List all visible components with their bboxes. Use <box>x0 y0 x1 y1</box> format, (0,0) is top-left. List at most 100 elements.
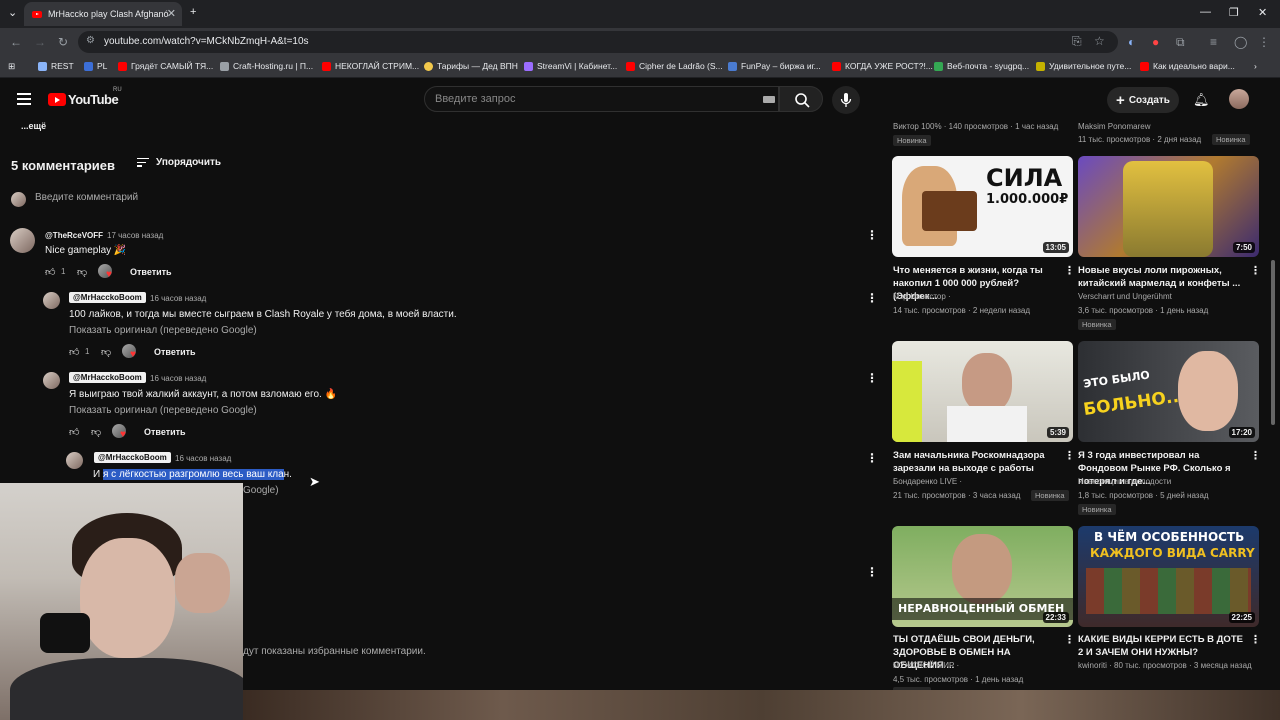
voice-search-button[interactable] <box>832 86 860 114</box>
search-input[interactable]: Введите запрос <box>424 86 779 112</box>
video-menu-icon[interactable]: ⋮ <box>1250 633 1261 646</box>
reply-button[interactable]: Ответить <box>154 347 196 357</box>
show-original-link[interactable]: Google) <box>243 485 279 496</box>
video-thumbnail[interactable]: ЭТО БЫЛО БОЛЬНО... 17:20 <box>1078 341 1259 442</box>
video-channel[interactable]: kwinoriti · 80 тыс. просмотров · 3 месяц… <box>1078 661 1252 670</box>
more-bookmarks-icon[interactable]: › <box>1254 61 1257 71</box>
comment-menu-icon[interactable]: ⋮ <box>866 371 878 385</box>
video-channel[interactable]: МУЖСКОЙ МИР · <box>893 661 959 670</box>
reply-button[interactable]: Ответить <box>130 267 172 277</box>
comment-author[interactable]: @MrHacckoBoom <box>94 452 171 463</box>
notifications-bell-icon[interactable]: 🔔︎ <box>1193 92 1210 108</box>
video-title[interactable]: Зам начальника Роскомнадзора зарезали на… <box>893 449 1063 475</box>
like-button[interactable]: 👍︎ <box>45 266 55 278</box>
search-button[interactable] <box>779 86 823 112</box>
media-icon[interactable]: ≡ <box>1210 35 1217 49</box>
show-original-link[interactable]: Показать оригинал (переведено Google) <box>69 325 257 336</box>
avatar[interactable] <box>66 452 83 469</box>
comment-author[interactable]: @MrHacckoBoom <box>69 292 146 303</box>
video-thumbnail[interactable]: 7:50 <box>1078 156 1259 257</box>
close-tab-icon[interactable]: ✕ <box>167 7 176 20</box>
sort-button[interactable]: Упорядочить <box>137 157 221 168</box>
youtube-logo[interactable]: YouTube RU <box>48 87 122 107</box>
bookmark-star-icon[interactable]: ☆ <box>1094 34 1105 48</box>
comment-time[interactable]: 16 часов назад <box>175 454 231 463</box>
video-channel[interactable]: Инвестиции в молодости <box>1078 477 1171 486</box>
apps-icon[interactable]: ⊞ <box>8 61 15 72</box>
video-channel[interactable]: Бондаренко LIVE · <box>893 477 962 486</box>
install-icon[interactable]: ⎘ <box>1072 34 1082 49</box>
comment-time[interactable]: 16 часов назад <box>150 294 206 303</box>
tab-list-icon[interactable]: ⌄ <box>8 6 17 19</box>
comment-author[interactable]: @TheRceVOFF <box>45 231 103 240</box>
comment-time[interactable]: 16 часов назад <box>150 374 206 383</box>
site-info-icon[interactable]: ⚙ <box>86 35 95 46</box>
new-tab-icon[interactable]: + <box>190 6 196 18</box>
bookmark-item[interactable]: REST <box>38 61 74 71</box>
create-button[interactable]: + Создать <box>1107 87 1179 113</box>
menu-icon[interactable] <box>17 93 31 105</box>
back-icon[interactable]: ← <box>10 35 22 49</box>
video-menu-icon[interactable]: ⋮ <box>1064 633 1075 646</box>
bookmark-item[interactable]: Craft-Hosting.ru | П... <box>220 61 313 71</box>
keyboard-icon[interactable] <box>763 96 775 103</box>
extension-icon[interactable]: ● <box>1152 35 1159 49</box>
show-original-link[interactable]: Показать оригинал (переведено Google) <box>69 405 257 416</box>
like-button[interactable]: 👍︎ <box>69 426 79 438</box>
dislike-button[interactable]: 👎︎ <box>101 346 111 358</box>
bookmark-item[interactable]: Cipher de Ladrão (S... <box>626 61 723 71</box>
extensions-puzzle-icon[interactable]: ⧉ <box>1176 35 1185 50</box>
reply-button[interactable]: Ответить <box>144 427 186 437</box>
dislike-button[interactable]: 👎︎ <box>77 266 87 278</box>
video-thumbnail[interactable]: СИЛА 1.000.000₽ 13:05 <box>892 156 1073 257</box>
video-channel[interactable]: Verscharrt und Ungerühmt <box>1078 292 1172 301</box>
video-channel[interactable]: Maksim Ponomarew <box>1078 122 1150 131</box>
restore-icon[interactable]: ❐ <box>1229 6 1239 19</box>
bookmark-item[interactable]: Удивительное путе... <box>1036 61 1131 71</box>
bookmark-item[interactable]: Как идеально вари... <box>1140 61 1235 71</box>
video-channel[interactable]: Мэд Инвестор · <box>893 292 951 301</box>
browser-tab[interactable]: MrHaccko play Clash Afghanó ✕ <box>24 2 182 26</box>
mouse-cursor-icon: ➤ <box>309 474 320 489</box>
bookmark-item[interactable]: PL <box>84 61 107 71</box>
bookmark-item[interactable]: НЕКОГЛАЙ СТРИМ... <box>322 61 419 71</box>
reload-icon[interactable]: ↻ <box>58 35 68 49</box>
extension-icon[interactable]: ◐ <box>1128 35 1135 49</box>
comment-menu-icon[interactable]: ⋮ <box>866 291 878 305</box>
video-menu-icon[interactable]: ⋮ <box>1250 449 1261 462</box>
bookmark-item[interactable]: StreamVi | Кабинет... <box>524 61 617 71</box>
bookmark-item[interactable]: КОГДА УЖЕ РОСТ?!... <box>832 61 933 71</box>
bookmark-item[interactable]: Тарифы — Дед ВПН <box>424 61 518 71</box>
url-field[interactable]: ⚙ youtube.com/watch?v=MCkNbZmqH-A&t=10s … <box>78 31 1118 53</box>
like-button[interactable]: 👍︎ <box>69 346 79 358</box>
video-thumbnail[interactable]: НЕРАВНОЦЕННЫЙ ОБМЕН 22:33 <box>892 526 1073 627</box>
scrollbar[interactable] <box>1271 260 1275 425</box>
video-menu-icon[interactable]: ⋮ <box>1250 264 1261 277</box>
video-thumbnail[interactable]: В ЧЁМ ОСОБЕННОСТЬ КАЖДОГО ВИДА CARRY 22:… <box>1078 526 1259 627</box>
add-comment-input[interactable]: Введите комментарий <box>35 192 138 203</box>
bookmark-item[interactable]: FunPay – биржа иг... <box>728 61 821 71</box>
description-more-link[interactable]: ...ещё <box>21 121 46 131</box>
comment-menu-icon[interactable]: ⋮ <box>866 565 878 579</box>
comment-author[interactable]: @MrHacckoBoom <box>69 372 146 383</box>
avatar[interactable] <box>10 228 35 253</box>
video-thumbnail[interactable]: 5:39 <box>892 341 1073 442</box>
video-title[interactable]: Новые вкусы лоли пирожных, китайский мар… <box>1078 264 1248 290</box>
video-title[interactable]: КАКИЕ ВИДЫ КЕРРИ ЕСТЬ В ДОТЕ 2 И ЗАЧЕМ О… <box>1078 633 1248 659</box>
forward-icon[interactable]: → <box>34 35 46 49</box>
comment-time[interactable]: 17 часов назад <box>107 231 163 240</box>
avatar[interactable] <box>43 372 60 389</box>
browser-menu-icon[interactable]: ⋮ <box>1258 35 1270 49</box>
bookmark-item[interactable]: Грядёт САМЫЙ ТЯ... <box>118 61 213 71</box>
comment-menu-icon[interactable]: ⋮ <box>866 451 878 465</box>
minimize-icon[interactable]: — <box>1200 6 1211 18</box>
avatar[interactable] <box>1229 89 1249 109</box>
dislike-button[interactable]: 👎︎ <box>91 426 101 438</box>
video-menu-icon[interactable]: ⋮ <box>1064 449 1075 462</box>
close-window-icon[interactable]: ✕ <box>1258 6 1267 19</box>
avatar[interactable] <box>43 292 60 309</box>
bookmark-item[interactable]: Веб-почта - syugpq... <box>934 61 1029 71</box>
comment-menu-icon[interactable]: ⋮ <box>866 228 878 242</box>
profile-icon[interactable]: ◯ <box>1234 35 1247 49</box>
video-menu-icon[interactable]: ⋮ <box>1064 264 1075 277</box>
